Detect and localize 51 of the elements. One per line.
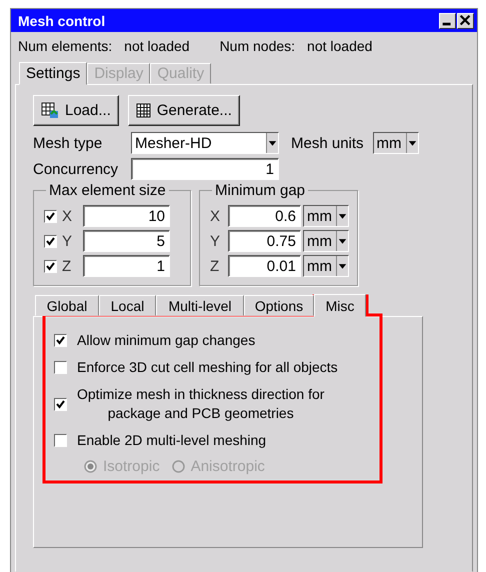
axis-label: X <box>62 208 74 224</box>
info-label: Num elements: <box>18 38 112 56</box>
option-label: Optimize mesh in thickness direction for package and PCB geometries <box>77 385 324 423</box>
sub-tab[interactable]: Multi-level <box>156 295 244 316</box>
window-title: Mesh control <box>18 12 106 28</box>
sub-tab[interactable]: Local <box>99 295 156 316</box>
mesh-units-select[interactable]: mm <box>372 132 419 154</box>
toolbar-button[interactable]: Generate... <box>128 95 240 126</box>
concurrency-field[interactable]: 1 <box>131 158 279 180</box>
checkbox[interactable] <box>54 361 67 374</box>
sub-tab[interactable]: Global <box>35 295 99 316</box>
grid-import-icon <box>41 102 59 119</box>
field-label: Mesh type <box>33 134 104 152</box>
axis-label: Z <box>210 258 220 274</box>
unit-select[interactable]: mm <box>303 255 349 277</box>
info-value: not loaded <box>124 38 190 56</box>
mesh-type-select[interactable]: Mesher-HD <box>131 132 279 154</box>
checkbox[interactable] <box>54 434 67 447</box>
size-field[interactable]: 10 <box>83 205 170 227</box>
unit-select[interactable]: mm <box>303 230 349 252</box>
checkbox[interactable] <box>54 398 67 410</box>
checkbox[interactable] <box>44 234 57 248</box>
tab[interactable]: Settings <box>19 62 88 85</box>
group-title: Max element size <box>48 182 167 199</box>
gap-field[interactable]: 0.6 <box>228 205 301 227</box>
checkbox[interactable] <box>54 334 67 347</box>
axis-label: X <box>210 208 222 224</box>
axis-label: Y <box>210 232 222 250</box>
option-label: Enable 2D multi-level meshing <box>77 431 266 450</box>
option-label: Enforce 3D cut cell meshing for all objects <box>77 358 338 377</box>
info-value: not loaded <box>307 38 372 56</box>
size-field[interactable]: 1 <box>83 255 170 277</box>
close-button[interactable] <box>457 12 474 28</box>
axis-label: Y <box>62 232 74 250</box>
gap-field[interactable]: 0.75 <box>228 230 301 252</box>
field-label: Mesh units <box>291 134 364 152</box>
minimize-button[interactable] <box>439 12 456 28</box>
unit-select[interactable]: mm <box>303 205 349 227</box>
toolbar-button[interactable]: Load... <box>33 95 119 126</box>
sub-tab[interactable]: Misc <box>314 294 366 317</box>
checkbox[interactable] <box>44 260 57 272</box>
sub-tab[interactable]: Options <box>244 295 314 316</box>
option-label: Allow minimum gap changes <box>77 331 256 350</box>
field-label: Concurrency <box>33 160 120 178</box>
gap-field[interactable]: 0.01 <box>228 255 301 277</box>
info-label: Num nodes: <box>220 38 296 56</box>
group-title: Minimum gap <box>214 182 306 199</box>
axis-label: Z <box>62 258 72 274</box>
grid-icon <box>136 103 151 118</box>
size-field[interactable]: 5 <box>83 230 170 252</box>
checkbox[interactable] <box>44 210 57 222</box>
